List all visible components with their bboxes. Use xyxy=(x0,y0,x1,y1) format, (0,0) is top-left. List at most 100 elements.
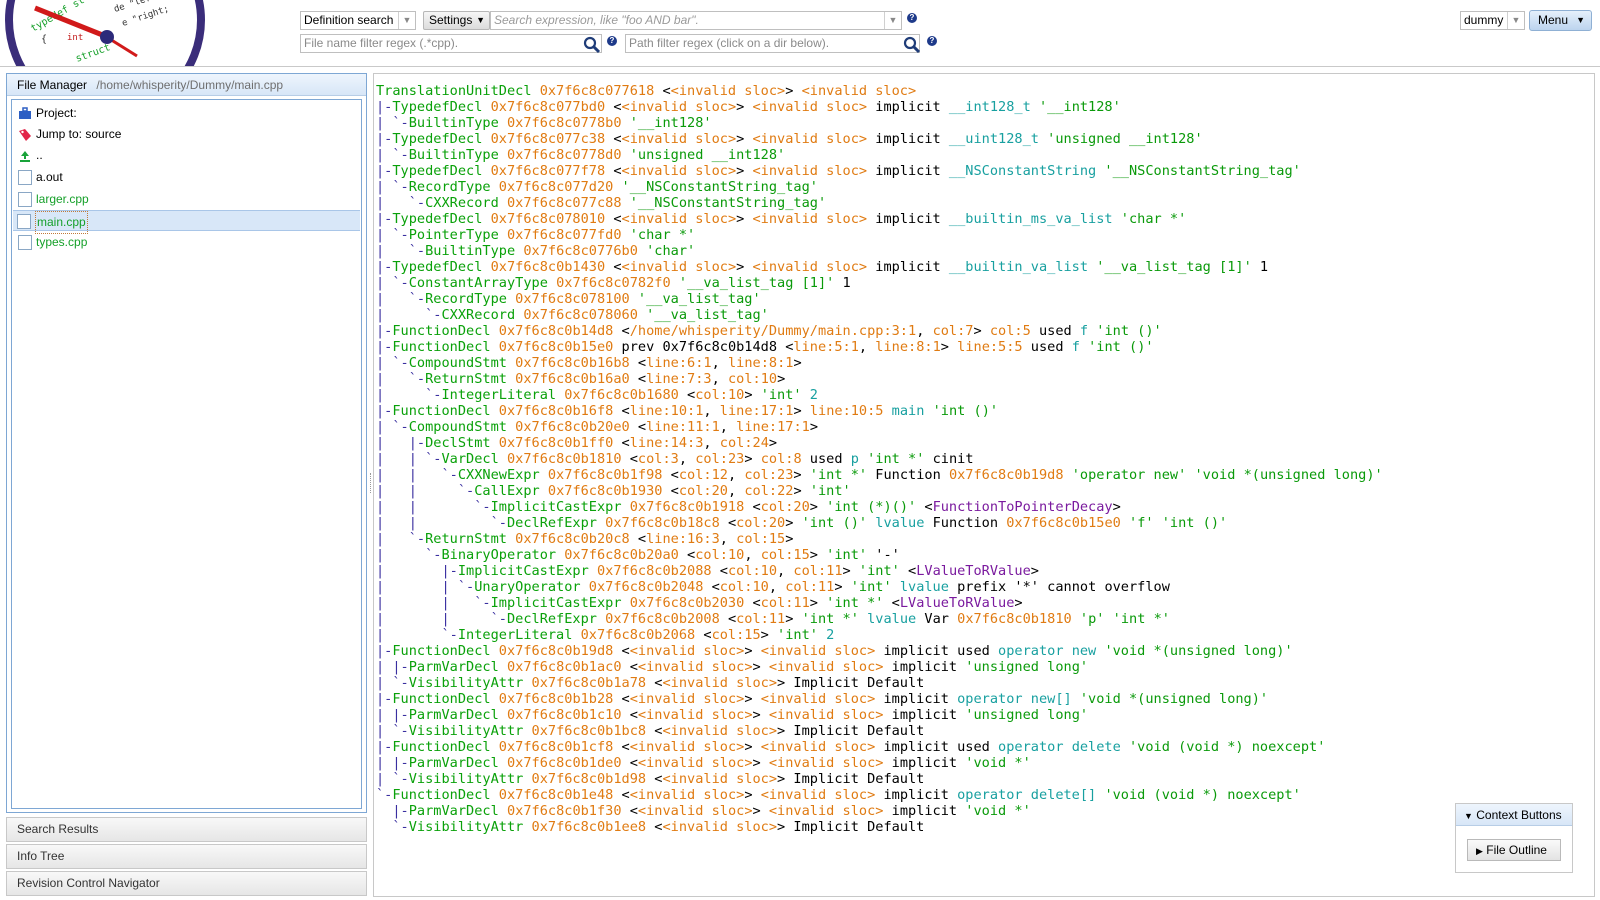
ast-token: , xyxy=(858,339,876,355)
ast-line[interactable]: | `-CompoundStmt 0x7f6c8c0b20e0 <line:11… xyxy=(376,419,1383,435)
ast-line[interactable]: | | `-DeclRefExpr 0x7f6c8c0b2008 <col:11… xyxy=(376,611,1383,627)
chevron-down-icon: ▼ xyxy=(1576,15,1585,25)
ast-line[interactable]: | `-ConstantArrayType 0x7f6c8c0782f0 '__… xyxy=(376,275,1383,291)
ast-line[interactable]: |-TypedefDecl 0x7f6c8c077f78 <<invalid s… xyxy=(376,163,1383,179)
ast-line[interactable]: | `-RecordType 0x7f6c8c077d20 '__NSConst… xyxy=(376,179,1383,195)
revision-control-accordion[interactable]: Revision Control Navigator xyxy=(6,871,367,896)
ast-line[interactable]: | |-ParmVarDecl 0x7f6c8c0b1c10 <<invalid… xyxy=(376,707,1383,723)
ast-line[interactable]: | |-DeclStmt 0x7f6c8c0b1ff0 <line:14:3, … xyxy=(376,435,1383,451)
ast-line[interactable]: | | `-VarDecl 0x7f6c8c0b1810 <col:3, col… xyxy=(376,451,1383,467)
ast-line[interactable]: |-FunctionDecl 0x7f6c8c0b15e0 prev 0x7f6… xyxy=(376,339,1383,355)
ast-token: <invalid sloc> xyxy=(637,755,753,771)
search-expression-input[interactable]: Search expression, like "foo AND bar". ▼ xyxy=(490,11,902,30)
ast-token: IntegerLiteral xyxy=(441,387,565,403)
parent-directory-item[interactable]: .. xyxy=(14,145,359,166)
ast-line[interactable]: TranslationUnitDecl 0x7f6c8c077618 <<inv… xyxy=(376,83,1383,99)
ast-token: '__va_list_tag [1]' xyxy=(678,275,835,291)
ast-line[interactable]: | |-ImplicitCastExpr 0x7f6c8c0b2088 <col… xyxy=(376,563,1383,579)
file-label: larger.cpp xyxy=(36,192,89,206)
ast-line[interactable]: | | `-ImplicitCastExpr 0x7f6c8c0b2030 <c… xyxy=(376,595,1383,611)
ast-line[interactable]: | `-BinaryOperator 0x7f6c8c0b20a0 <col:1… xyxy=(376,547,1383,563)
ast-line[interactable]: | `-VisibilityAttr 0x7f6c8c0b1d98 <<inva… xyxy=(376,771,1383,787)
help-icon[interactable]: ? xyxy=(907,13,917,23)
ast-line[interactable]: |-TypedefDecl 0x7f6c8c077bd0 <<invalid s… xyxy=(376,99,1383,115)
ast-line[interactable]: | |-ParmVarDecl 0x7f6c8c0b1de0 <<invalid… xyxy=(376,755,1383,771)
file-item-larger-cpp[interactable]: larger.cpp xyxy=(14,189,359,210)
context-buttons-header[interactable]: ▼ Context Buttons xyxy=(1456,804,1572,826)
ast-line[interactable]: |-FunctionDecl 0x7f6c8c0b1b28 <<invalid … xyxy=(376,691,1383,707)
header-bar: de "left, e "right; typedef st struct in… xyxy=(0,0,1600,67)
project-item[interactable]: Project: xyxy=(14,103,359,124)
search-icon[interactable] xyxy=(583,36,601,54)
file-outline-button[interactable]: ▶ File Outline xyxy=(1467,839,1561,861)
ast-line[interactable]: |-FunctionDecl 0x7f6c8c0b16f8 <line:10:1… xyxy=(376,403,1383,419)
ast-line[interactable]: | `-BuiltinType 0x7f6c8c0776b0 'char' xyxy=(376,243,1383,259)
ast-line[interactable]: | `-VisibilityAttr 0x7f6c8c0b1bc8 <<inva… xyxy=(376,723,1383,739)
ast-line[interactable]: | |-ParmVarDecl 0x7f6c8c0b1ac0 <<invalid… xyxy=(376,659,1383,675)
ast-token: > xyxy=(842,563,859,579)
ast-line[interactable]: |-TypedefDecl 0x7f6c8c0b1430 <<invalid s… xyxy=(376,259,1383,275)
ast-line[interactable]: | `-CXXRecord 0x7f6c8c077c88 '__NSConsta… xyxy=(376,195,1383,211)
ast-token: prefix '*' cannot overflow xyxy=(957,579,1170,595)
ast-line[interactable]: | `-BuiltinType 0x7f6c8c0778d0 'unsigned… xyxy=(376,147,1383,163)
ast-line[interactable]: | `-CXXRecord 0x7f6c8c078060 '__va_list_… xyxy=(376,307,1383,323)
help-icon[interactable]: ? xyxy=(607,36,617,46)
ast-line[interactable]: | `-ReturnStmt 0x7f6c8c0b16a0 <line:7:3,… xyxy=(376,371,1383,387)
ast-line[interactable]: | `-PointerType 0x7f6c8c077fd0 'char *' xyxy=(376,227,1383,243)
workspace-select[interactable]: dummy ▼ xyxy=(1460,11,1525,30)
ast-token: | `- xyxy=(376,307,442,323)
file-manager-header[interactable]: File Manager /home/whisperity/Dummy/main… xyxy=(7,74,366,96)
file-item-a-out[interactable]: a.out xyxy=(14,167,359,188)
ast-line[interactable]: |-TypedefDecl 0x7f6c8c078010 <<invalid s… xyxy=(376,211,1383,227)
ast-line[interactable]: | | `-CallExpr 0x7f6c8c0b1930 <col:20, c… xyxy=(376,483,1383,499)
ast-token: TranslationUnitDecl xyxy=(376,83,540,99)
ast-line[interactable]: | `-CompoundStmt 0x7f6c8c0b16b8 <line:6:… xyxy=(376,355,1383,371)
ast-token: <invalid sloc> xyxy=(662,675,778,691)
ast-token: 0x7f6c8c0b20a0 xyxy=(564,547,688,563)
path-filter-input[interactable]: Path filter regex (click on a dir below)… xyxy=(625,34,920,53)
ast-line[interactable]: |-FunctionDecl 0x7f6c8c0b1cf8 <<invalid … xyxy=(376,739,1383,755)
ast-line[interactable]: |-ParmVarDecl 0x7f6c8c0b1f30 <<invalid s… xyxy=(376,803,1383,819)
file-item-types-cpp[interactable]: types.cpp xyxy=(14,232,359,253)
ast-token: '__int128' xyxy=(629,115,712,131)
ast-token: 0x7f6c8c0b20c8 xyxy=(515,531,638,547)
ast-line[interactable]: |-FunctionDecl 0x7f6c8c0b19d8 <<invalid … xyxy=(376,643,1383,659)
menu-button[interactable]: Menu ▼ xyxy=(1529,10,1592,31)
codecompass-logo[interactable]: de "left, e "right; typedef st struct in… xyxy=(5,0,205,66)
ast-line[interactable]: |-FunctionDecl 0x7f6c8c0b14d8 </home/whi… xyxy=(376,323,1383,339)
ast-line[interactable]: `-VisibilityAttr 0x7f6c8c0b1ee8 <<invali… xyxy=(376,819,1383,835)
ast-line[interactable]: | `-RecordType 0x7f6c8c078100 '__va_list… xyxy=(376,291,1383,307)
file-name-filter-input[interactable]: File name filter regex (.*cpp). xyxy=(300,34,602,53)
ast-line[interactable]: | `-VisibilityAttr 0x7f6c8c0b1a78 <<inva… xyxy=(376,675,1383,691)
ast-line[interactable]: | `-ReturnStmt 0x7f6c8c0b20c8 <line:16:3… xyxy=(376,531,1383,547)
settings-dropdown-button[interactable]: Settings ▼ xyxy=(423,11,490,30)
search-icon[interactable] xyxy=(903,36,921,54)
ast-token: CallExpr xyxy=(474,483,548,499)
jump-to-source-item[interactable]: Jump to: source xyxy=(14,124,359,145)
ast-line[interactable]: | `-BuiltinType 0x7f6c8c0778b0 '__int128… xyxy=(376,115,1383,131)
ast-token: 0x7f6c8c077c38 xyxy=(490,131,614,147)
ast-token: < xyxy=(637,531,647,547)
info-tree-accordion[interactable]: Info Tree xyxy=(6,844,367,869)
ast-line[interactable]: | | `-CXXNewExpr 0x7f6c8c0b1f98 <col:12,… xyxy=(376,467,1383,483)
ast-token: <invalid sloc> xyxy=(637,707,753,723)
ast-line[interactable]: `-FunctionDecl 0x7f6c8c0b1e48 <<invalid … xyxy=(376,787,1383,803)
ast-token: col:15 xyxy=(760,547,810,563)
search-type-select[interactable]: Definition search ▼ xyxy=(300,11,416,30)
file-item-main-cpp[interactable]: main.cpp xyxy=(13,210,360,234)
ast-token: |- xyxy=(376,131,393,147)
search-results-accordion[interactable]: Search Results xyxy=(6,817,367,842)
ast-line[interactable]: | `-IntegerLiteral 0x7f6c8c0b1680 <col:1… xyxy=(376,387,1383,403)
ast-token: < xyxy=(621,739,630,755)
ast-line[interactable]: | | `-UnaryOperator 0x7f6c8c0b2048 <col:… xyxy=(376,579,1383,595)
ast-token: <invalid sloc> xyxy=(752,163,868,179)
ast-line[interactable]: |-TypedefDecl 0x7f6c8c077c38 <<invalid s… xyxy=(376,131,1383,147)
ast-line[interactable]: | `-IntegerLiteral 0x7f6c8c0b2068 <col:1… xyxy=(376,627,1383,643)
help-icon[interactable]: ? xyxy=(927,36,937,46)
ast-token: 0x7f6c8c0b1d98 xyxy=(531,771,655,787)
ast-line[interactable]: | | `-DeclRefExpr 0x7f6c8c0b18c8 <col:20… xyxy=(376,515,1383,531)
ast-token: <invalid sloc> xyxy=(760,787,876,803)
ast-line[interactable]: | | `-ImplicitCastExpr 0x7f6c8c0b1918 <c… xyxy=(376,499,1383,515)
ast-token: implicit used xyxy=(875,739,999,755)
ast-token: 'int (*)()' xyxy=(826,499,917,515)
